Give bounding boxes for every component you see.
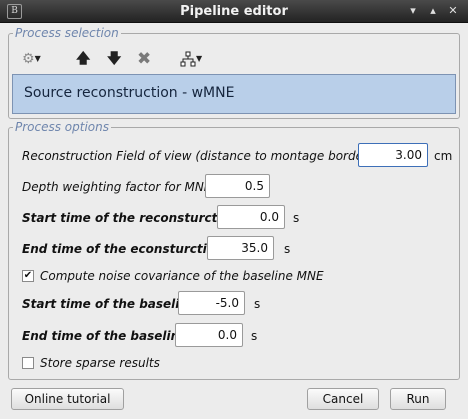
- sparse-label: Store sparse results: [40, 356, 160, 370]
- fov-input[interactable]: 3.00: [358, 143, 428, 167]
- minimize-icon[interactable]: ▾: [405, 3, 421, 19]
- maximize-icon[interactable]: ▴: [425, 3, 441, 19]
- move-up-icon[interactable]: 🡅: [76, 50, 90, 68]
- process-options-legend: Process options: [13, 119, 112, 135]
- process-list[interactable]: Source reconstruction - wMNE: [12, 74, 456, 114]
- baseline-end-unit: s: [251, 329, 258, 343]
- pipeline-tree-icon[interactable]: ▼: [180, 50, 210, 68]
- gear-menu-icon[interactable]: ⚙▼: [22, 50, 52, 68]
- title-bar: B Pipeline editor ▾ ▴ ✕: [0, 0, 468, 23]
- close-icon[interactable]: ✕: [445, 3, 461, 19]
- recon-start-unit: s: [293, 211, 300, 225]
- depth-input[interactable]: 0.5: [205, 174, 270, 198]
- baseline-end-label: End time of the baseline: [22, 329, 188, 343]
- run-button[interactable]: Run: [390, 388, 446, 410]
- recon-end-unit: s: [284, 242, 291, 256]
- recon-start-input[interactable]: 0.0: [217, 205, 285, 229]
- recon-end-input[interactable]: 35.0: [207, 236, 274, 260]
- cancel-button[interactable]: Cancel: [307, 388, 379, 410]
- process-list-item[interactable]: Source reconstruction - wMNE: [24, 85, 234, 101]
- baseline-start-unit: s: [254, 297, 261, 311]
- recon-start-label: Start time of the reconsturction: [22, 211, 239, 225]
- recon-end-label: End time of the econsturction: [22, 242, 224, 256]
- window-title: Pipeline editor: [180, 4, 288, 19]
- fov-label: Reconstruction Field of view (distance t…: [22, 149, 373, 163]
- noise-cov-checkbox[interactable]: ✔: [22, 270, 34, 282]
- baseline-start-input[interactable]: -5.0: [178, 291, 245, 315]
- baseline-start-label: Start time of the baseline: [22, 297, 197, 311]
- process-selection-legend: Process selection: [13, 25, 121, 41]
- move-down-icon[interactable]: 🡇: [107, 50, 121, 68]
- baseline-end-input[interactable]: 0.0: [175, 323, 243, 347]
- fov-unit: cm: [434, 149, 453, 163]
- noise-cov-label: Compute noise covariance of the baseline…: [40, 269, 324, 283]
- sparse-checkbox[interactable]: [22, 357, 34, 369]
- delete-icon[interactable]: ✖: [137, 50, 155, 68]
- online-tutorial-button[interactable]: Online tutorial: [11, 388, 124, 410]
- depth-label: Depth weighting factor for MNE: [22, 180, 212, 194]
